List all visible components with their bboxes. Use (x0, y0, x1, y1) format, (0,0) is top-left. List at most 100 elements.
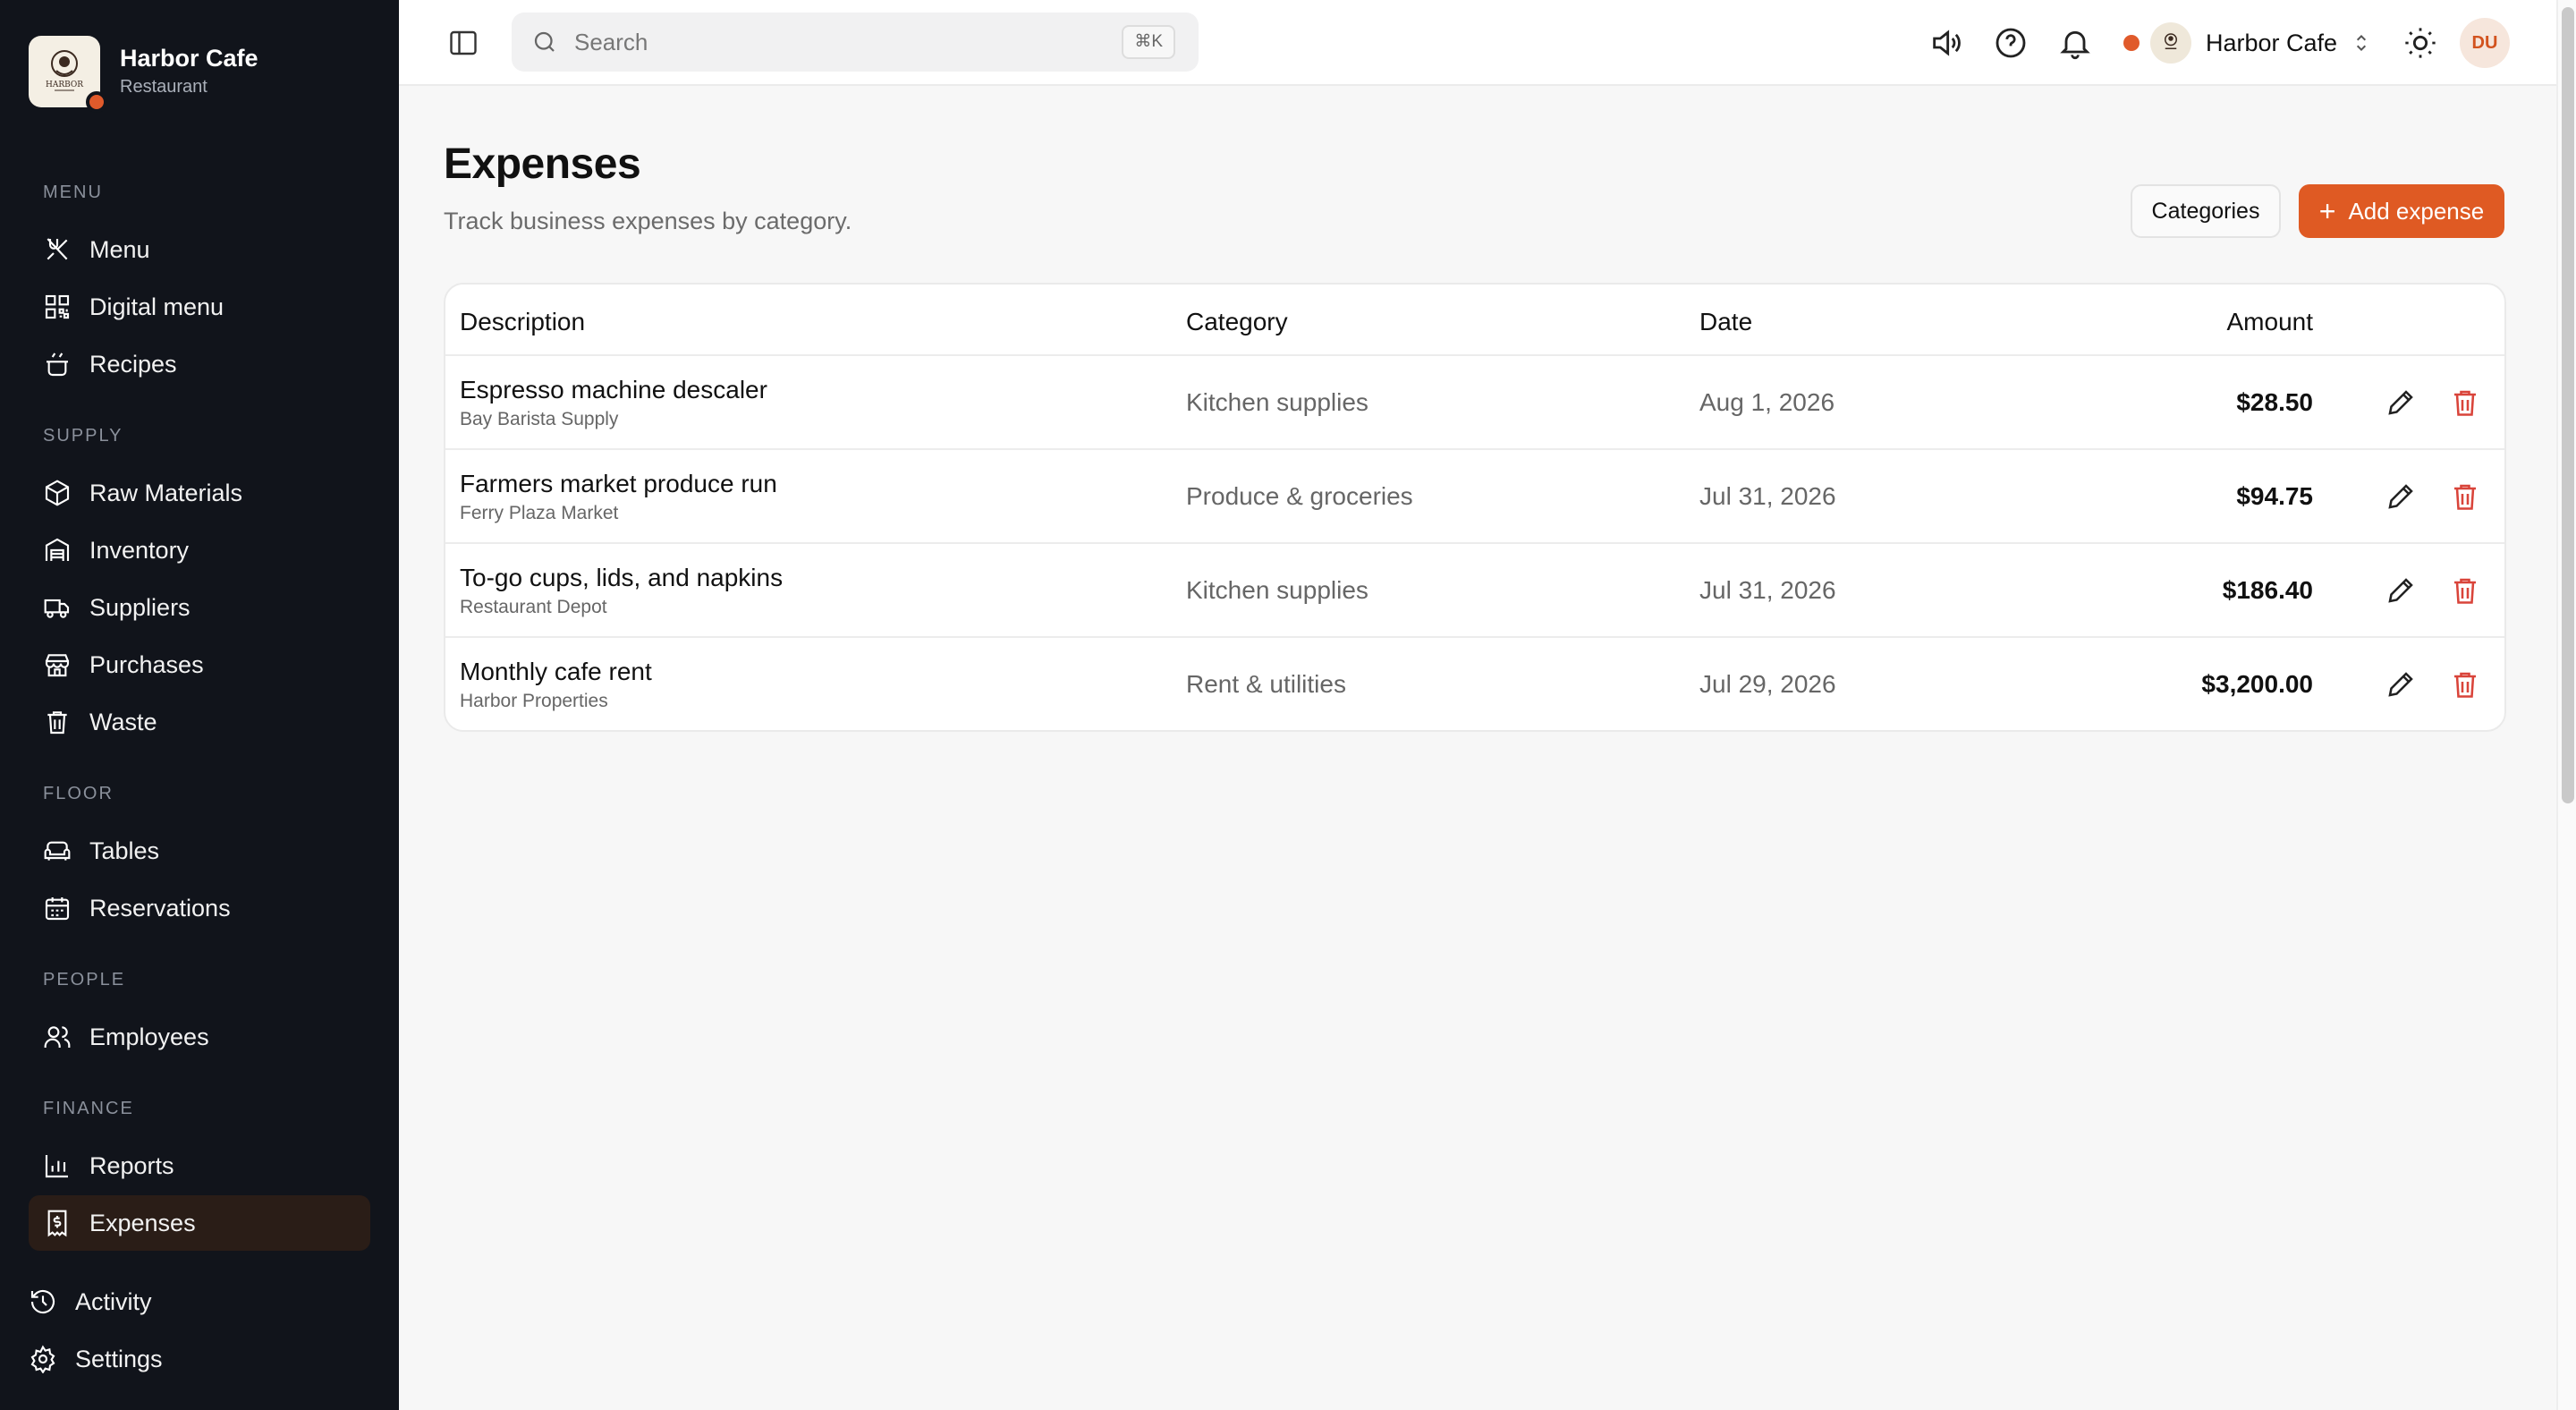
column-header-date[interactable]: Date (1699, 308, 1752, 336)
trash-icon (47, 711, 67, 735)
expense-description: Monthly cafe rent (460, 658, 652, 685)
cooking-pot-icon (47, 352, 68, 377)
theme-sun-icon[interactable] (2402, 25, 2438, 61)
sidebar-item-label: Reservations (89, 894, 231, 922)
search-input[interactable]: Search ⌘K (512, 13, 1199, 72)
help-icon[interactable] (1993, 25, 2029, 61)
section-label-people: PEOPLE (43, 970, 126, 990)
sidebar-item-settings[interactable]: Settings (14, 1331, 356, 1387)
svg-text:HARBOR: HARBOR (46, 81, 83, 89)
sidebar-item-inventory[interactable]: Inventory (29, 522, 370, 578)
sidebar-item-recipes[interactable]: Recipes (29, 336, 370, 392)
history-icon (30, 1289, 55, 1314)
page-title: Expenses (444, 140, 641, 188)
users-icon (44, 1026, 71, 1048)
status-dot (86, 91, 107, 113)
column-header-amount[interactable]: Amount (2227, 308, 2314, 336)
sidebar-item-digital-menu[interactable]: Digital menu (29, 279, 370, 335)
search-placeholder: Search (574, 28, 648, 55)
categories-button[interactable]: Categories (2131, 184, 2281, 238)
sidebar-item-label: Employees (89, 1023, 209, 1050)
add-expense-label: Add expense (2348, 197, 2485, 225)
expense-vendor: Bay Barista Supply (460, 409, 619, 429)
bar-chart-icon (45, 1155, 68, 1178)
sidebar-item-label: Expenses (89, 1209, 196, 1236)
page-scrollbar[interactable] (2556, 0, 2576, 1410)
package-icon (45, 480, 70, 506)
delete-trash-icon[interactable] (2449, 480, 2481, 513)
receipt-icon (47, 1210, 67, 1237)
sidebar-item-label: Recipes (89, 350, 177, 378)
warehouse-icon (45, 538, 70, 561)
sidebar-item-menu[interactable]: Menu (29, 222, 370, 277)
brand-logo: HARBOR (29, 36, 107, 113)
edit-pencil-icon[interactable] (2385, 386, 2417, 419)
expense-description: Espresso machine descaler (460, 376, 767, 403)
brand-switcher[interactable]: HARBOR Harbor Cafe Restaurant (29, 36, 258, 113)
edit-pencil-icon[interactable] (2385, 480, 2417, 513)
sidebar-item-label: Tables (89, 837, 160, 864)
table-row[interactable]: Monthly cafe rent Harbor Properties Rent… (445, 636, 2504, 730)
expense-description: To-go cups, lids, and napkins (460, 564, 784, 591)
sidebar-item-reservations[interactable]: Reservations (29, 880, 370, 936)
page-subtitle: Track business expenses by category. (444, 208, 852, 234)
brand-subtitle: Restaurant (120, 77, 208, 97)
sidebar-item-label: Suppliers (89, 593, 191, 621)
sidebar-item-raw-materials[interactable]: Raw Materials (29, 465, 370, 521)
expense-vendor: Harbor Properties (460, 691, 608, 711)
brand-name: Harbor Cafe (120, 45, 258, 72)
calendar-icon (45, 897, 70, 921)
expense-amount: $28.50 (2236, 388, 2313, 416)
user-avatar[interactable]: DU (2460, 18, 2510, 68)
sidebar-item-suppliers[interactable]: Suppliers (29, 580, 370, 635)
sidebar-toggle-icon[interactable] (447, 27, 479, 59)
sidebar-item-purchases[interactable]: Purchases (29, 637, 370, 692)
sidebar-item-reports[interactable]: Reports (29, 1138, 370, 1193)
sidebar-item-employees[interactable]: Employees (29, 1009, 370, 1065)
bell-icon[interactable] (2057, 25, 2093, 61)
delete-trash-icon[interactable] (2449, 668, 2481, 701)
workspace-switcher[interactable]: Harbor Cafe (2123, 20, 2373, 66)
app-root: HARBOR Harbor Cafe Restaurant MENU Menu … (0, 0, 2576, 1410)
table-row[interactable]: Farmers market produce run Ferry Plaza M… (445, 448, 2504, 542)
store-icon (45, 654, 70, 677)
expense-amount: $186.40 (2222, 576, 2313, 604)
sidebar-item-tables[interactable]: Tables (29, 823, 370, 879)
table-row[interactable]: To-go cups, lids, and napkins Restaurant… (445, 542, 2504, 636)
expense-description: Farmers market produce run (460, 470, 777, 497)
edit-pencil-icon[interactable] (2385, 668, 2417, 701)
sidebar-item-label: Menu (89, 235, 150, 263)
sidebar-item-label: Activity (75, 1287, 152, 1315)
harbor-logo-icon (2165, 33, 2177, 49)
qr-code-icon (45, 294, 70, 319)
expense-vendor: Ferry Plaza Market (460, 503, 619, 523)
sidebar-item-label: Inventory (89, 536, 190, 564)
expense-date: Aug 1, 2026 (1699, 388, 1835, 416)
sidebar-item-activity[interactable]: Activity (14, 1274, 356, 1329)
add-expense-button[interactable]: + Add expense (2299, 184, 2504, 238)
utensils-icon (47, 238, 68, 260)
expense-date: Jul 31, 2026 (1699, 482, 1836, 510)
section-label-finance: FINANCE (43, 1099, 134, 1118)
column-header-category[interactable]: Category (1186, 308, 1288, 336)
table-row[interactable]: Espresso machine descaler Bay Barista Su… (445, 354, 2504, 448)
edit-pencil-icon[interactable] (2385, 574, 2417, 607)
workspace-logo (2150, 22, 2191, 64)
delete-trash-icon[interactable] (2449, 574, 2481, 607)
sidebar-item-label: Waste (89, 708, 157, 735)
search-shortcut: ⌘K (1122, 25, 1175, 59)
expense-category: Rent & utilities (1186, 670, 1346, 698)
speaker-icon[interactable] (1928, 25, 1964, 61)
column-header-description[interactable]: Description (460, 308, 585, 336)
section-label-floor: FLOOR (43, 784, 114, 803)
sidebar-item-waste[interactable]: Waste (29, 694, 370, 750)
expense-date: Jul 29, 2026 (1699, 670, 1836, 698)
expense-vendor: Restaurant Depot (460, 597, 607, 617)
section-label-supply: SUPPLY (43, 426, 123, 446)
scrollbar-thumb[interactable] (2562, 7, 2574, 803)
sidebar-item-label: Reports (89, 1151, 174, 1179)
workspace-name: Harbor Cafe (2206, 29, 2338, 56)
status-dot (2123, 35, 2140, 51)
sidebar-item-expenses[interactable]: Expenses (29, 1195, 370, 1251)
delete-trash-icon[interactable] (2449, 386, 2481, 419)
